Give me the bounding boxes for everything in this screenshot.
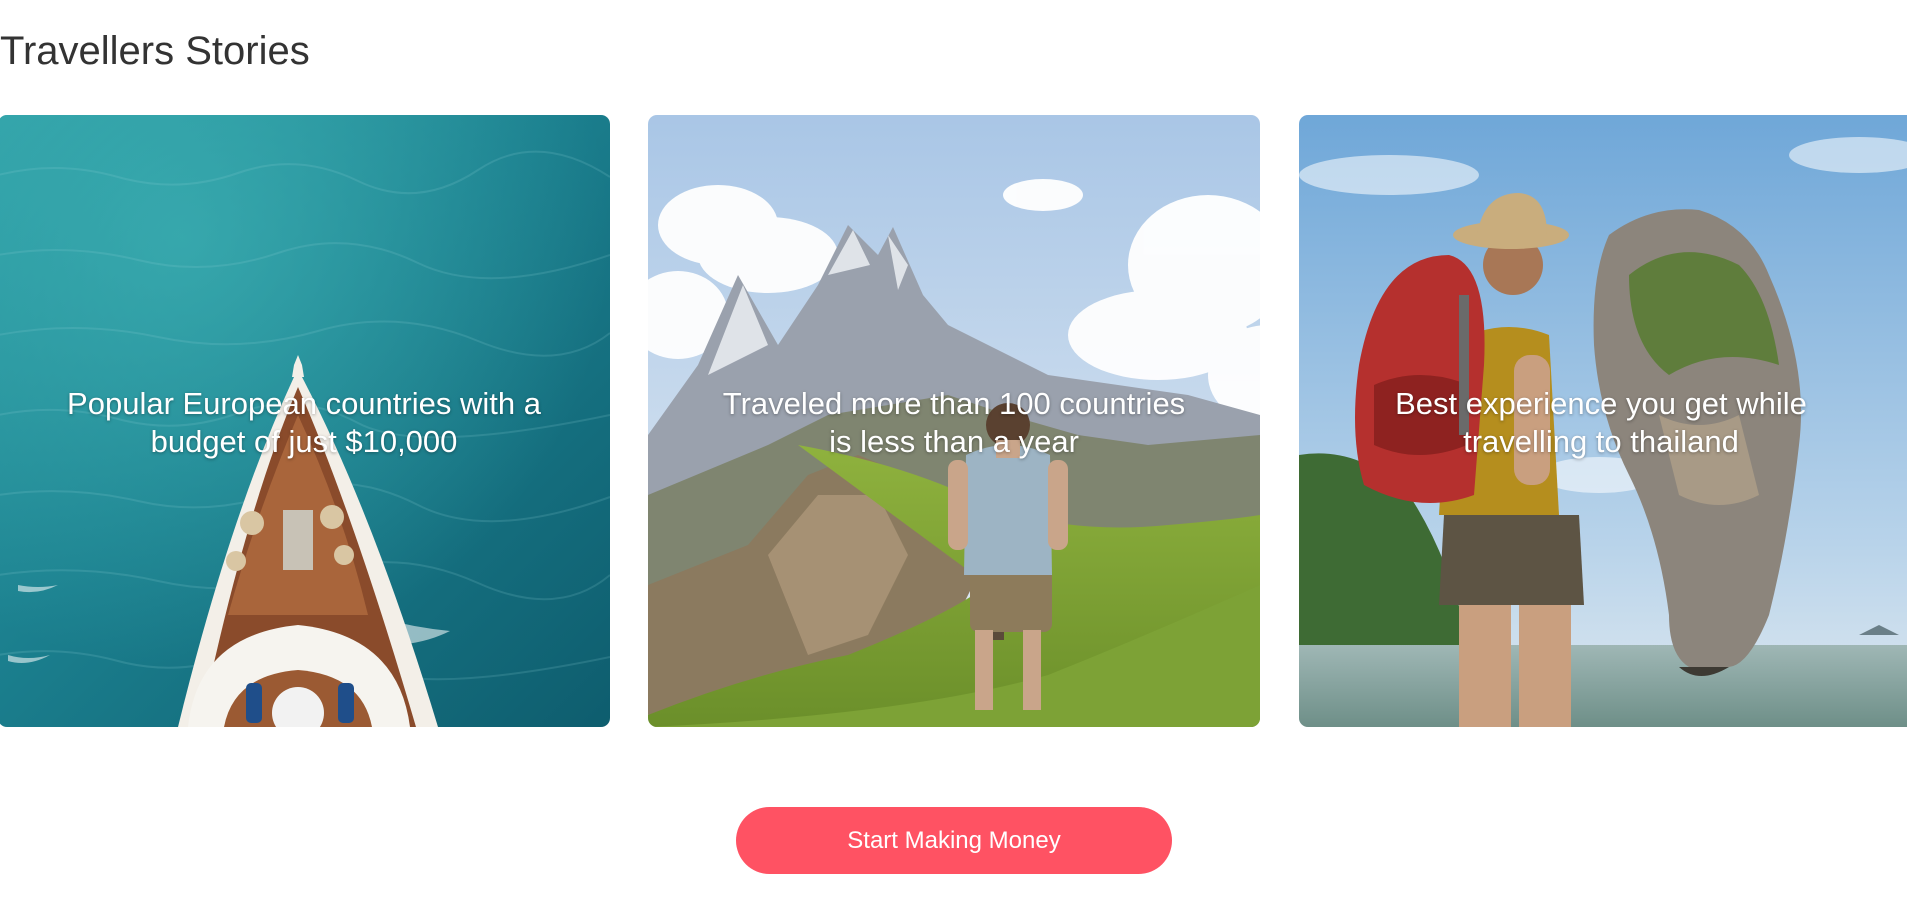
story-cards: Popular European countries with a budget… [0, 115, 1907, 727]
story-card-caption: Popular European countries with a budget… [67, 386, 541, 459]
story-card-caption: Best experience you get while travelling… [1395, 386, 1807, 459]
travellers-stories-page: Travellers Stories Popular European coun… [0, 0, 1907, 907]
story-card-3[interactable]: Best experience you get while travelling… [1299, 115, 1907, 727]
story-card-2[interactable]: Traveled more than 100 countries is less… [648, 115, 1260, 727]
story-card-caption: Traveled more than 100 countries is less… [722, 386, 1186, 459]
story-card-1[interactable]: Popular European countries with a budget… [0, 115, 610, 727]
section-title: Travellers Stories [0, 29, 310, 73]
start-making-money-button[interactable]: Start Making Money [736, 807, 1172, 874]
